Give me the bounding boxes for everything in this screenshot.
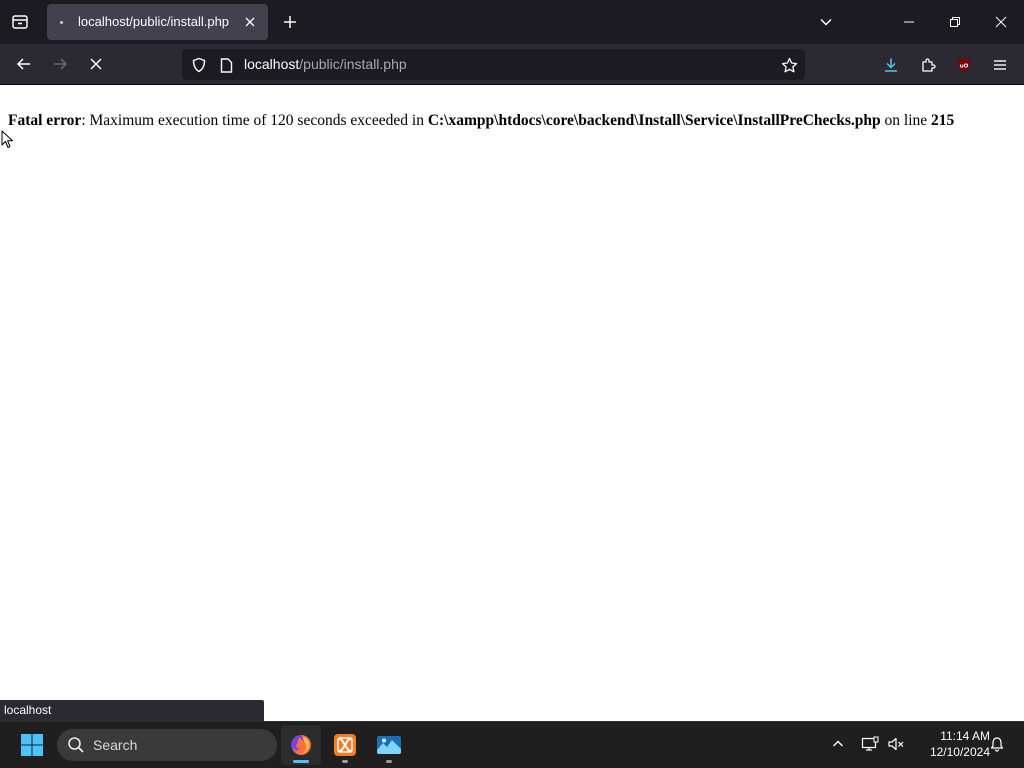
- close-icon: [90, 58, 102, 70]
- extensions-button[interactable]: [913, 50, 943, 80]
- address-bar[interactable]: localhost/public/install.php: [182, 49, 805, 80]
- bookmark-button[interactable]: [779, 55, 799, 75]
- url-text[interactable]: localhost/public/install.php: [244, 56, 407, 72]
- start-button[interactable]: [15, 730, 49, 760]
- clock-date: 12/10/2024: [929, 745, 990, 759]
- page-content: Fatal error: Maximum execution time of 1…: [0, 86, 1024, 720]
- search-icon: [68, 737, 84, 753]
- new-tab-button[interactable]: [276, 8, 304, 36]
- restore-button[interactable]: [932, 0, 978, 44]
- shield-icon: [192, 57, 206, 73]
- taskbar: Search 11:14 AM 12/10/2024: [0, 721, 1024, 768]
- clock-time: 11:14 AM: [940, 729, 990, 743]
- downloads-button[interactable]: [876, 50, 906, 80]
- arrow-left-icon: [16, 58, 30, 70]
- screen: localhost/public/install.php localhost/p…: [0, 0, 1024, 768]
- close-icon: [245, 17, 255, 27]
- open-app-indicator: [342, 760, 348, 763]
- status-panel: localhost: [0, 700, 264, 721]
- plus-icon: [284, 16, 296, 28]
- url-host: localhost: [244, 56, 300, 72]
- close-icon: [995, 16, 1007, 28]
- hamburger-icon: [994, 60, 1006, 70]
- tab-title: localhost/public/install.php: [78, 14, 230, 29]
- taskbar-search[interactable]: Search: [57, 729, 277, 761]
- ublock-icon: uO: [958, 58, 970, 72]
- mouse-cursor-icon: [1, 130, 13, 148]
- chevron-up-icon: [833, 740, 843, 747]
- active-app-indicator: [293, 760, 309, 763]
- volume-button[interactable]: [884, 732, 908, 756]
- xampp-icon: [334, 734, 356, 756]
- status-text: localhost: [4, 703, 52, 717]
- photos-icon: [377, 736, 401, 754]
- system-clock[interactable]: 11:14 AM 12/10/2024: [910, 728, 990, 760]
- taskbar-app-firefox[interactable]: [281, 725, 321, 765]
- restore-icon: [950, 17, 960, 27]
- speaker-muted-icon: [888, 737, 904, 751]
- arrow-right-icon: [54, 58, 68, 70]
- php-error-message: Fatal error: Maximum execution time of 1…: [8, 112, 954, 130]
- back-button[interactable]: [9, 49, 39, 79]
- error-label: Fatal error: [8, 112, 82, 129]
- bell-icon: [990, 737, 1004, 752]
- list-all-tabs-button[interactable]: [812, 8, 840, 36]
- error-message: : Maximum execution time of 120 seconds …: [81, 112, 428, 129]
- search-label: Search: [93, 737, 138, 753]
- tab-strip: localhost/public/install.php: [0, 0, 1024, 44]
- network-button[interactable]: [858, 732, 882, 756]
- tab-close-button[interactable]: [241, 13, 259, 31]
- notifications-button[interactable]: [985, 732, 1009, 756]
- navigation-toolbar: localhost/public/install.php uO: [0, 44, 1024, 85]
- firefox-view-button[interactable]: [4, 6, 36, 38]
- star-icon: [781, 57, 797, 72]
- tracking-protection-button[interactable]: [189, 55, 209, 75]
- error-line-number: 215: [931, 112, 955, 129]
- taskbar-app-xampp[interactable]: [325, 725, 365, 765]
- show-hidden-icons-button[interactable]: [826, 732, 850, 756]
- page-icon: [220, 57, 232, 73]
- taskbar-app-photos[interactable]: [369, 725, 409, 765]
- svg-text:uO: uO: [960, 64, 969, 70]
- minimize-button[interactable]: [886, 0, 932, 44]
- download-icon: [885, 58, 897, 72]
- error-on-line-text: on line: [880, 112, 932, 129]
- puzzle-icon: [922, 58, 936, 72]
- app-menu-button[interactable]: [985, 50, 1015, 80]
- minimize-icon: [904, 21, 914, 23]
- window-close-button[interactable]: [978, 0, 1024, 44]
- tab-loading-icon: [60, 21, 63, 24]
- chevron-down-icon: [820, 18, 832, 26]
- stop-button[interactable]: [81, 49, 111, 79]
- forward-button[interactable]: [45, 49, 75, 79]
- url-path: /public/install.php: [299, 56, 407, 72]
- tab-install[interactable]: localhost/public/install.php: [47, 4, 268, 40]
- site-info-button[interactable]: [218, 56, 234, 74]
- firefox-view-icon: [12, 15, 28, 29]
- error-file-path: C:\xampp\htdocs\core\backend\Install\Ser…: [427, 112, 881, 129]
- network-icon: [861, 736, 879, 751]
- firefox-icon: [291, 735, 311, 755]
- windows-logo-icon: [21, 734, 43, 756]
- ublock-button[interactable]: uO: [949, 50, 979, 80]
- open-app-indicator: [386, 760, 392, 763]
